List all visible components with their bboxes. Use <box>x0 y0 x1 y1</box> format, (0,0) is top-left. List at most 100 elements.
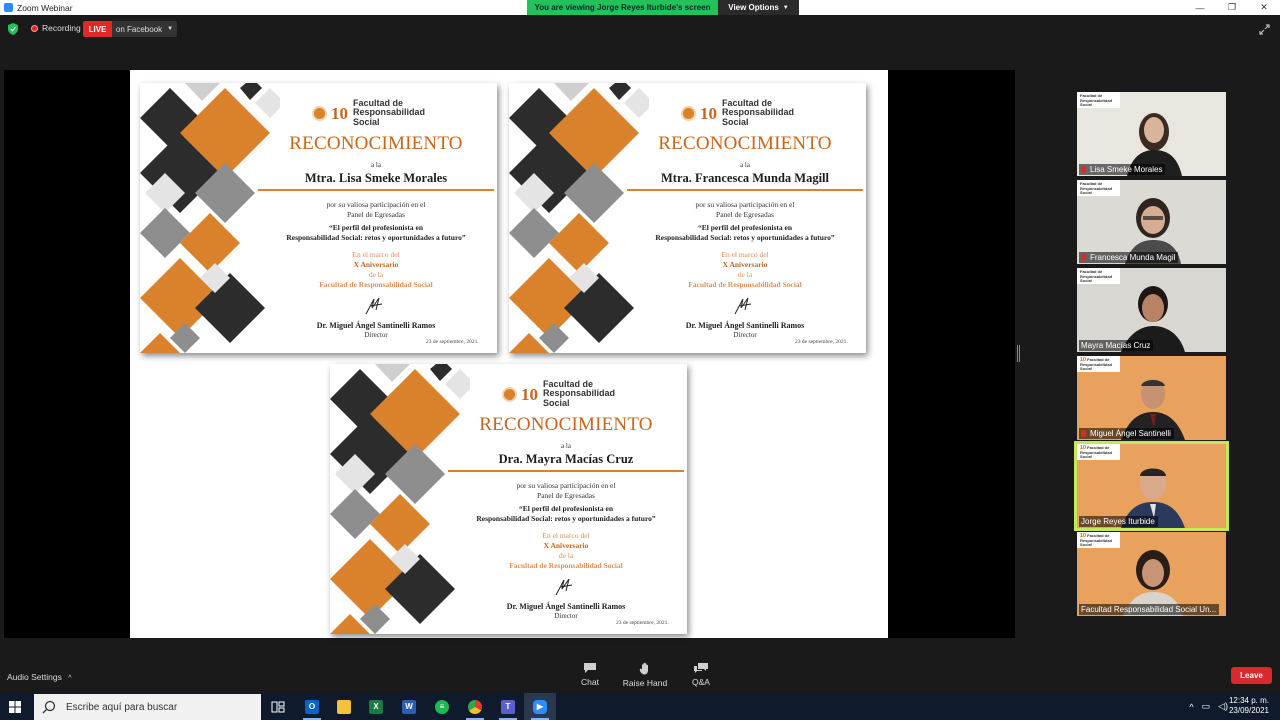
zoom-webinar-window: Zoom Webinar — ❐ ✕ You are viewing Jorge… <box>0 0 1280 720</box>
tile-faculty-banner: 10Facultad de Responsabilidad Social <box>1077 444 1120 460</box>
start-button[interactable] <box>0 693 30 720</box>
qa-button[interactable]: Q&A <box>671 662 731 687</box>
panel-title-line-1: “El perfil del profesionista en <box>328 223 424 232</box>
participant-name-label: Lisa Smeke Morales <box>1079 164 1166 175</box>
logo-number: 10 <box>521 384 538 404</box>
live-destination-dropdown[interactable]: on Facebook ▼ <box>112 21 177 37</box>
signature-icon <box>555 578 573 596</box>
panel-title-line-1: “El perfil del profesionista en <box>697 223 793 232</box>
participant-name-label: Jorge Reyes Iturbide <box>1079 516 1158 527</box>
windows-taskbar: Escribe aquí para buscar O X W ≡ T ▶ ^ ▭… <box>0 693 1280 720</box>
participation-line-1: por su valiosa participación en el <box>516 481 616 490</box>
logo-text: Facultad de Responsabilidad Social <box>543 379 616 408</box>
banner-logo-text: Facultad de Responsabilidad Social <box>1080 269 1113 283</box>
logo-number: 10 <box>700 103 717 123</box>
maximize-button[interactable]: ❐ <box>1216 0 1248 15</box>
context-line-3: de la <box>368 270 384 279</box>
chevron-down-icon: ▼ <box>782 4 789 11</box>
certificate-date: 23 de septiembre, 2021. <box>795 339 848 345</box>
context-line-3: de la <box>737 270 753 279</box>
logo-text: Facultad de Responsabilidad Social <box>353 98 426 127</box>
panel-title-line-2: Responsabilidad Social: retos y oportuni… <box>286 233 466 242</box>
taskbar-app-zoom[interactable]: ▶ <box>524 693 556 720</box>
task-view-icon <box>271 701 285 712</box>
taskbar-search-input[interactable]: Escribe aquí para buscar <box>34 694 261 720</box>
context-line-3: de la <box>558 551 574 560</box>
security-shield-icon[interactable] <box>8 23 18 35</box>
faculty-logo: 10 Facultad de Responsabilidad Social <box>502 379 643 408</box>
muted-mic-icon <box>1081 254 1086 261</box>
chat-icon <box>584 663 596 673</box>
participant-video-tile[interactable]: Facultad de Responsabilidad Social Lisa … <box>1077 92 1226 176</box>
qa-icon <box>694 663 708 673</box>
fullscreen-icon[interactable] <box>1259 24 1270 35</box>
zoom-app-icon <box>4 3 13 12</box>
director-title: Director <box>733 331 757 339</box>
taskbar-clock[interactable]: 12:34 p. m. 23/09/2021 <box>1226 696 1272 716</box>
participant-video-tile-active-speaker[interactable]: 10Facultad de Responsabilidad Social Jor… <box>1074 441 1229 531</box>
context-line-2: X Aniversario <box>543 541 589 550</box>
network-icon[interactable]: ▭ <box>1202 701 1211 712</box>
presentation-slide: 10 Facultad de Responsabilidad Social RE… <box>130 70 888 638</box>
live-badge: LIVE <box>83 21 112 37</box>
taskbar-app-word[interactable]: W <box>393 693 425 720</box>
participant-video-tile[interactable]: Facultad de Responsabilidad Social Franc… <box>1077 180 1226 264</box>
live-destination-label: on Facebook <box>115 24 163 34</box>
recipient-name: Dra. Mayra Macías Cruz <box>498 452 634 466</box>
panel-title-line-1: “El perfil del profesionista en <box>518 504 614 513</box>
tile-faculty-banner: Facultad de Responsabilidad Social <box>1077 92 1120 108</box>
participant-name-label: Miguel Ángel Santinelli <box>1079 428 1174 439</box>
chrome-icon <box>468 699 482 714</box>
recipient-name: Mtra. Lisa Smeke Morales <box>304 171 448 185</box>
divider <box>258 189 494 191</box>
task-view-button[interactable] <box>262 693 294 720</box>
context-line-1: En el marco del <box>542 531 590 540</box>
certificate-card: 10 Facultad de Responsabilidad Social RE… <box>330 364 687 634</box>
certificate-card: 10 Facultad de Responsabilidad Social RE… <box>509 83 866 353</box>
share-status-banner: You are viewing Jorge Reyes Iturbide's s… <box>527 0 718 15</box>
tile-faculty-banner: Facultad de Responsabilidad Social <box>1077 268 1120 284</box>
qa-label: Q&A <box>692 677 710 687</box>
participant-name: Jorge Reyes Iturbide <box>1081 517 1155 526</box>
certificate-heading: RECONOCIMIENTO <box>479 414 653 435</box>
banner-logo-text: Facultad de Responsabilidad Social <box>1080 181 1113 195</box>
faculty-logo: 10 Facultad de Responsabilidad Social <box>312 98 453 127</box>
leave-button[interactable]: Leave <box>1231 667 1272 684</box>
taskbar-app-excel[interactable]: X <box>360 693 392 720</box>
taskbar-app-teams[interactable]: T <box>492 693 524 720</box>
audio-settings-button[interactable]: Audio Settings ^ <box>7 672 72 682</box>
participant-name: Miguel Ángel Santinelli <box>1090 429 1171 438</box>
participant-video-tile[interactable]: 10Facultad de Responsabilidad Social Fac… <box>1077 532 1226 616</box>
participant-name-label: Mayra Macías Cruz <box>1079 340 1154 351</box>
taskbar-app-spotify[interactable]: ≡ <box>426 693 458 720</box>
participation-text: por su valiosa participación en el Panel… <box>448 481 684 501</box>
excel-icon: X <box>369 699 383 714</box>
taskbar-app-chrome[interactable] <box>459 693 491 720</box>
participant-video-tile[interactable]: 10Facultad de Responsabilidad Social Mig… <box>1077 356 1226 440</box>
taskbar-app-outlook[interactable]: O <box>296 693 328 720</box>
participation-text: por su valiosa participación en el Panel… <box>258 200 494 220</box>
word-icon: W <box>402 699 416 714</box>
chevron-up-icon[interactable]: ^ <box>1189 702 1193 712</box>
view-options-button[interactable]: View Options ▼ <box>718 0 799 15</box>
director-name: Dr. Miguel Ángel Santinelli Ramos <box>685 321 805 330</box>
view-options-label: View Options <box>728 3 779 12</box>
chat-button[interactable]: Chat <box>560 662 620 687</box>
certificate-to: a la <box>740 161 750 169</box>
split-drag-handle[interactable] <box>1017 345 1020 362</box>
context-line-2: X Aniversario <box>353 260 399 269</box>
close-button[interactable]: ✕ <box>1248 0 1280 15</box>
raise-hand-button[interactable]: Raise Hand <box>615 662 675 688</box>
muted-mic-icon <box>1081 166 1086 173</box>
minimize-button[interactable]: — <box>1184 0 1216 15</box>
participant-video-tile[interactable]: Facultad de Responsabilidad Social Mayra… <box>1077 268 1226 352</box>
windows-logo-icon <box>9 700 21 713</box>
chevron-down-icon: ▼ <box>167 26 174 32</box>
participation-line-1: por su valiosa participación en el <box>326 200 426 209</box>
window-controls: — ❐ ✕ <box>1184 0 1280 15</box>
window-title: Zoom Webinar <box>17 2 73 13</box>
muted-mic-icon <box>1081 430 1086 437</box>
hand-icon <box>639 662 648 675</box>
taskbar-app-file-explorer[interactable] <box>328 693 360 720</box>
certificate-date: 23 de septiembre, 2021. <box>616 620 669 626</box>
